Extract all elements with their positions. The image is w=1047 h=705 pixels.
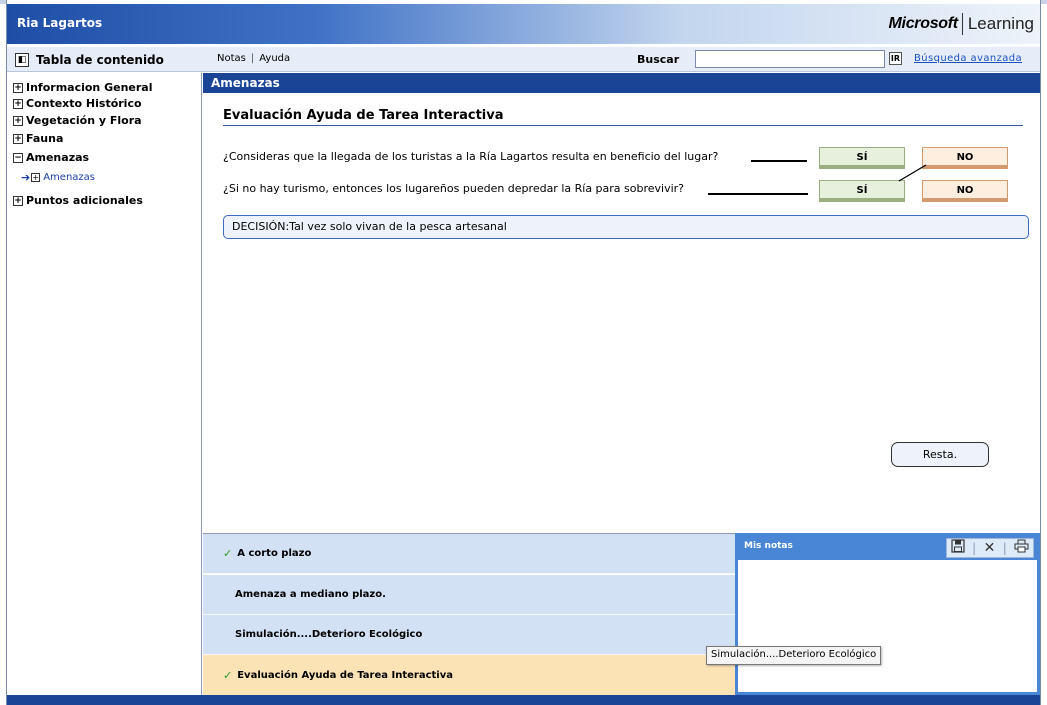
microsoft-brand: Microsoft bbox=[888, 15, 959, 32]
question-1-no-button[interactable]: NO bbox=[922, 147, 1008, 169]
advanced-search-link[interactable]: Búsqueda avanzada bbox=[914, 53, 1022, 64]
search-label: Buscar bbox=[637, 53, 680, 66]
topic-label: A corto plazo bbox=[237, 548, 312, 559]
toolbar-separator: | bbox=[1002, 541, 1007, 555]
question-2-blank bbox=[708, 193, 808, 195]
current-arrow-icon: ➔ bbox=[21, 170, 31, 184]
search-go-button[interactable]: IR bbox=[889, 52, 902, 65]
question-1-blank bbox=[751, 160, 807, 162]
topic-label: Evaluación Ayuda de Tarea Interactiva bbox=[237, 669, 453, 681]
expand-icon[interactable]: + bbox=[13, 133, 23, 144]
microsoft-learning-logo: Microsoft Learning bbox=[889, 13, 1034, 35]
table-of-contents: + Informacion General + Contexto Históri… bbox=[7, 73, 202, 695]
collapse-icon[interactable]: − bbox=[13, 152, 23, 163]
toc-item-informacion-general[interactable]: + Informacion General bbox=[13, 79, 152, 96]
app-title: Ria Lagartos bbox=[17, 16, 103, 30]
expand-icon[interactable]: + bbox=[31, 172, 41, 182]
topic-item-corto-plazo[interactable]: ✓ A corto plazo bbox=[203, 534, 735, 574]
notes-toolbar: | ✕ | bbox=[946, 538, 1034, 558]
toc-item-label: Vegetación y Flora bbox=[26, 114, 142, 127]
expand-icon[interactable]: + bbox=[13, 98, 23, 109]
expand-icon[interactable]: + bbox=[13, 115, 23, 126]
content-area: Evaluación Ayuda de Tarea Interactiva ¿C… bbox=[203, 93, 1040, 533]
toc-item-puntos-adicionales[interactable]: + Puntos adicionales bbox=[13, 192, 143, 209]
header-links: Notas | Ayuda bbox=[217, 53, 290, 64]
topic-label: Amenaza a mediano plazo. bbox=[235, 589, 386, 600]
question-1: ¿Consideras que la llegada de los turist… bbox=[223, 150, 719, 163]
notes-title: Mis notas bbox=[744, 541, 793, 551]
topic-item-mediano-plazo[interactable]: Amenaza a mediano plazo. bbox=[203, 575, 735, 615]
topic-label: Simulación....Deterioro Ecológico bbox=[235, 629, 423, 640]
topic-list: ✓ A corto plazo Amenaza a mediano plazo.… bbox=[203, 533, 735, 695]
toolbar: ◧ Tabla de contenido Notas | Ayuda Buscar … bbox=[7, 47, 1040, 72]
topic-item-simulacion[interactable]: Simulación....Deterioro Ecológico bbox=[203, 615, 735, 655]
decision-box: DECISIÓN:Tal vez solo vivan de la pesca … bbox=[223, 215, 1029, 239]
title-bar: Ria Lagartos Microsoft Learning bbox=[7, 4, 1040, 44]
toc-item-fauna[interactable]: + Fauna bbox=[13, 130, 63, 147]
notes-panel[interactable]: Mis notas | ✕ | bbox=[735, 533, 1040, 695]
learning-brand: Learning bbox=[967, 14, 1034, 33]
toc-header[interactable]: ◧ Tabla de contenido bbox=[7, 47, 202, 72]
toolbar-separator: | bbox=[972, 541, 977, 555]
close-icon[interactable]: ✕ bbox=[984, 540, 996, 556]
help-link[interactable]: Ayuda bbox=[259, 53, 290, 64]
toc-subitem-label: Amenazas bbox=[43, 171, 96, 183]
printer-icon[interactable] bbox=[1014, 539, 1029, 557]
toc-item-contexto-historico[interactable]: + Contexto Histórico bbox=[13, 95, 142, 112]
toc-item-label: Amenazas bbox=[26, 151, 90, 164]
expand-icon[interactable]: + bbox=[13, 82, 23, 93]
content-header: Amenazas bbox=[203, 73, 1040, 93]
toc-collapse-icon[interactable]: ◧ bbox=[15, 52, 29, 67]
logo-divider bbox=[961, 13, 963, 35]
toc-item-amenazas[interactable]: − Amenazas bbox=[13, 149, 89, 166]
check-icon: ✓ bbox=[223, 668, 233, 682]
title-underline bbox=[223, 125, 1023, 126]
toc-item-label: Contexto Histórico bbox=[26, 97, 142, 110]
question-2-no-button[interactable]: NO bbox=[922, 180, 1008, 202]
toc-item-label: Puntos adicionales bbox=[26, 194, 143, 207]
topic-item-evaluacion[interactable]: ✓ Evaluación Ayuda de Tarea Interactiva bbox=[203, 655, 735, 695]
tooltip: Simulación....Deterioro Ecológico bbox=[706, 646, 882, 665]
search-input[interactable] bbox=[695, 50, 885, 68]
toc-item-label: Fauna bbox=[26, 132, 64, 145]
toc-label: Tabla de contenido bbox=[36, 52, 164, 67]
section-title: Evaluación Ayuda de Tarea Interactiva bbox=[223, 108, 504, 123]
expand-icon[interactable]: + bbox=[13, 195, 23, 206]
notes-header: Mis notas | ✕ | bbox=[738, 533, 1037, 560]
notes-link[interactable]: Notas bbox=[217, 53, 246, 64]
status-bar bbox=[7, 695, 1040, 705]
answer-connector-line bbox=[898, 164, 927, 182]
floppy-disk-icon[interactable] bbox=[951, 539, 965, 557]
toc-item-label: Informacion General bbox=[26, 81, 153, 94]
toc-subitem-amenazas[interactable]: ➔ + Amenazas bbox=[21, 170, 95, 184]
check-icon: ✓ bbox=[223, 547, 233, 560]
toc-item-vegetacion-flora[interactable]: + Vegetación y Flora bbox=[13, 112, 142, 129]
reset-button[interactable]: Resta. bbox=[891, 442, 989, 467]
link-separator: | bbox=[250, 53, 255, 64]
question-2: ¿Si no hay turismo, entonces los lugareñ… bbox=[223, 182, 685, 195]
